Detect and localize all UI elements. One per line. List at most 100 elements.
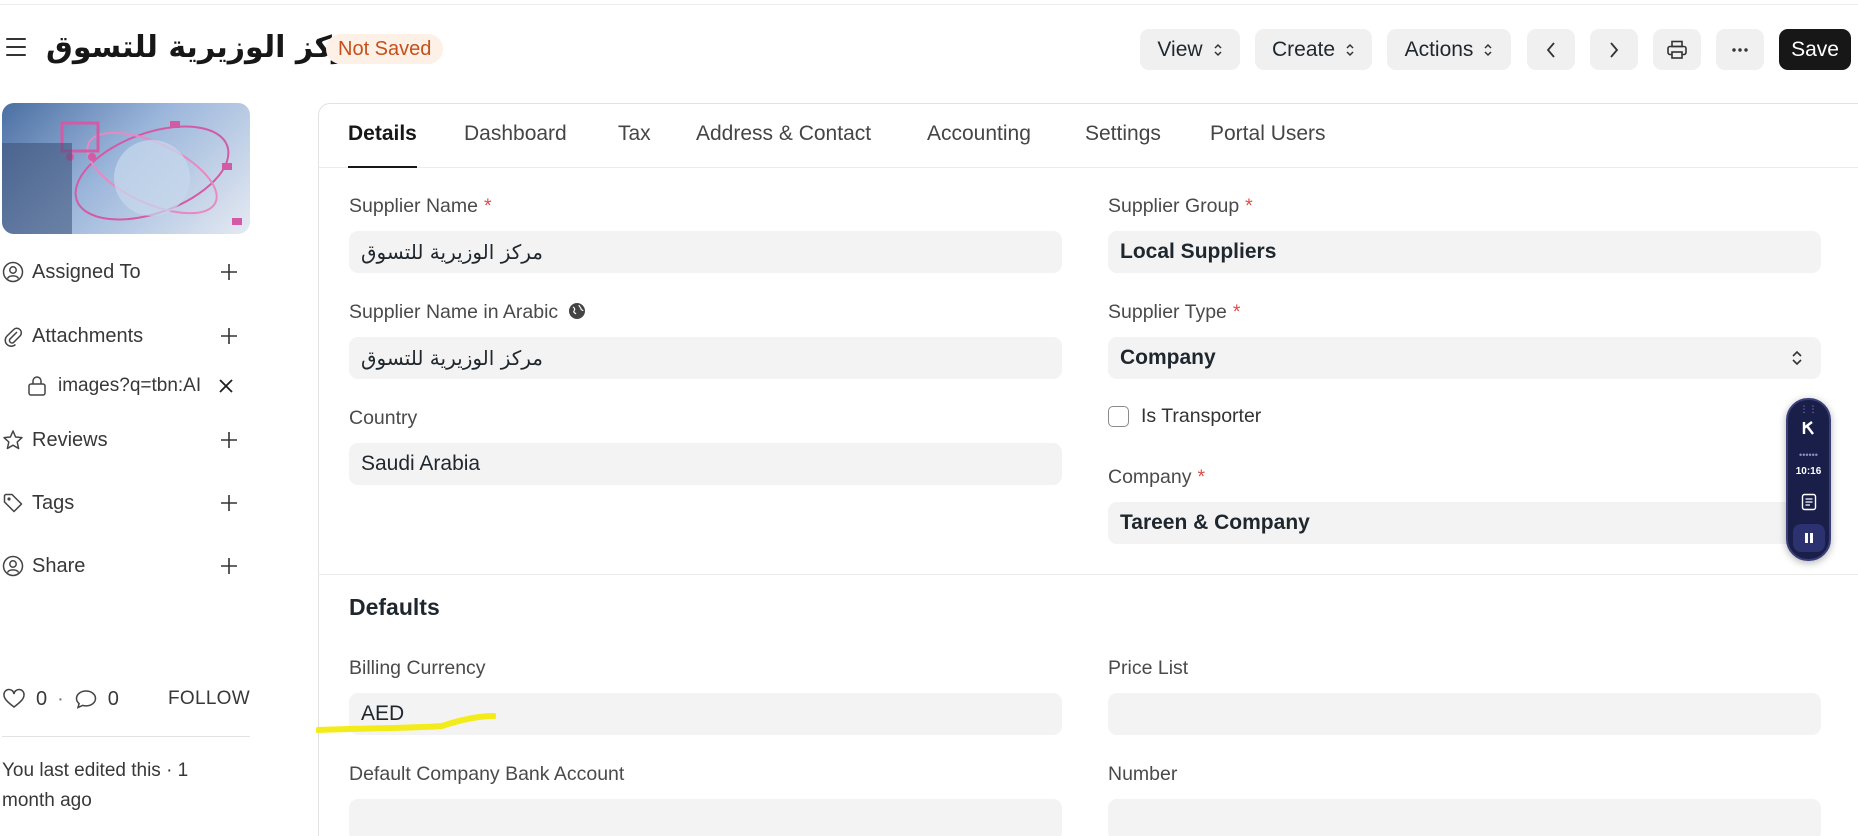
recording-timer: 10:16	[1795, 466, 1822, 477]
plus-icon[interactable]	[218, 555, 240, 577]
tab-address-contact[interactable]: Address & Contact	[696, 122, 871, 168]
sidebar-item-label: Reviews	[32, 428, 108, 451]
tab-accounting[interactable]: Accounting	[927, 122, 1031, 168]
number-label: Number	[1108, 763, 1178, 785]
comment-icon[interactable]	[74, 688, 98, 710]
supplier-group-label: Supplier Group *	[1108, 195, 1253, 217]
share-user-icon	[2, 555, 24, 577]
menu-icon[interactable]	[6, 38, 28, 56]
divider-dots: ••••••	[1799, 450, 1818, 460]
section-divider	[318, 574, 1858, 575]
chevron-right-icon	[1610, 41, 1619, 58]
bank-account-label: Default Company Bank Account	[349, 763, 625, 785]
plus-icon[interactable]	[218, 492, 240, 514]
top-border	[0, 0, 1858, 5]
star-icon	[2, 429, 24, 451]
more-button[interactable]	[1716, 29, 1764, 70]
country-label: Country	[349, 407, 418, 429]
supplier-name-arabic-field[interactable]: مركز الوزيرية للتسوق	[349, 337, 1062, 379]
supplier-group-field[interactable]: Local Suppliers	[1108, 231, 1821, 273]
view-button[interactable]: View	[1140, 29, 1240, 70]
country-field[interactable]: Saudi Arabia	[349, 443, 1062, 485]
plus-icon[interactable]	[218, 261, 240, 283]
supplier-name-label: Supplier Name *	[349, 195, 492, 217]
price-list-field[interactable]	[1108, 693, 1821, 735]
paperclip-icon	[2, 325, 24, 347]
lock-icon	[26, 375, 48, 397]
supplier-type-select[interactable]: Company	[1108, 337, 1821, 379]
chevron-updown-icon	[1345, 43, 1355, 57]
price-list-label: Price List	[1108, 657, 1189, 679]
tab-portal-users[interactable]: Portal Users	[1210, 122, 1326, 168]
sidebar-item-tags[interactable]: Tags	[2, 488, 250, 518]
defaults-section-title: Defaults	[349, 594, 440, 620]
highlight-annotation	[316, 713, 496, 733]
sidebar-item-label: Tags	[32, 491, 75, 514]
note-icon[interactable]	[1800, 493, 1818, 511]
is-transporter-checkbox[interactable]	[1108, 406, 1129, 427]
attachment-item[interactable]: images?q=tbn:AI	[26, 371, 233, 401]
required-marker: *	[1197, 466, 1206, 488]
last-edited-text: You last edited this · 1 month ago	[2, 760, 189, 811]
follow-button[interactable]: FOLLOW	[168, 688, 250, 710]
sidebar-item-label: Assigned To	[32, 260, 141, 283]
plus-icon[interactable]	[218, 429, 240, 451]
attachment-file-name[interactable]: images?q=tbn:AI	[58, 375, 201, 397]
pause-icon	[1805, 533, 1813, 543]
tab-settings[interactable]: Settings	[1085, 122, 1161, 168]
tab-dashboard[interactable]: Dashboard	[464, 122, 567, 168]
tag-icon	[2, 492, 24, 514]
company-label: Company *	[1108, 466, 1206, 488]
actions-button[interactable]: Actions	[1387, 29, 1511, 70]
view-button-label: View	[1157, 37, 1203, 61]
comments-count: 0	[107, 687, 119, 710]
next-button[interactable]	[1590, 29, 1638, 70]
page-title: مركز الوزيرية للتسوق	[46, 30, 370, 65]
company-field[interactable]: Tareen & Company	[1108, 502, 1821, 544]
sidebar-item-label: Share	[32, 554, 86, 577]
pause-button[interactable]	[1793, 524, 1825, 552]
required-marker: *	[1245, 195, 1253, 217]
sidebar-item-share[interactable]: Share	[2, 551, 250, 581]
chevron-updown-icon	[1483, 43, 1493, 57]
supplier-name-arabic-label: Supplier Name in Arabic	[349, 301, 586, 324]
supplier-image[interactable]	[2, 103, 250, 234]
sidebar-item-assigned-to[interactable]: Assigned To	[2, 257, 250, 287]
billing-currency-label: Billing Currency	[349, 657, 486, 679]
sidebar-item-attachments[interactable]: Attachments	[2, 321, 250, 351]
likes-count: 0	[36, 687, 48, 710]
close-icon[interactable]	[216, 376, 236, 396]
sidebar-item-reviews[interactable]: Reviews	[2, 425, 250, 455]
previous-button[interactable]	[1527, 29, 1575, 70]
tab-details[interactable]: Details	[348, 122, 417, 168]
globe-icon	[568, 303, 585, 319]
create-button-label: Create	[1271, 37, 1336, 61]
chevron-updown-icon	[1213, 43, 1223, 57]
plus-icon[interactable]	[218, 325, 240, 347]
more-horizontal-icon	[1732, 47, 1748, 52]
user-assign-icon	[2, 261, 24, 283]
status-badge: Not Saved	[326, 34, 444, 64]
actions-button-label: Actions	[1404, 37, 1474, 61]
print-button[interactable]	[1653, 29, 1701, 70]
k-logo-icon	[1802, 421, 1814, 435]
printer-icon	[1667, 40, 1687, 59]
is-transporter-label: Is Transporter	[1141, 405, 1262, 427]
number-field[interactable]	[1108, 799, 1821, 836]
sidebar-item-label: Attachments	[32, 324, 144, 347]
chevron-updown-icon	[1792, 350, 1802, 366]
tab-tax[interactable]: Tax	[618, 122, 651, 168]
required-marker: *	[1232, 301, 1241, 323]
save-button[interactable]: Save	[1779, 29, 1851, 70]
social-bar: 0 · 0 FOLLOW	[2, 684, 250, 714]
tab-bar: Details Dashboard Tax Address & Contact …	[319, 104, 1858, 168]
bank-account-field[interactable]	[349, 799, 1062, 836]
heart-icon[interactable]	[2, 688, 26, 710]
drag-handle-icon[interactable]: ⋮⋮	[1788, 404, 1829, 415]
supplier-name-field[interactable]: مركز الوزيرية للتسوق	[349, 231, 1062, 273]
screen-recorder-widget[interactable]: ⋮⋮ •••••• 10:16	[1786, 398, 1831, 561]
required-marker: *	[483, 195, 492, 217]
supplier-type-label: Supplier Type *	[1108, 301, 1241, 323]
separator-dot: ·	[57, 687, 64, 710]
create-button[interactable]: Create	[1255, 29, 1372, 70]
